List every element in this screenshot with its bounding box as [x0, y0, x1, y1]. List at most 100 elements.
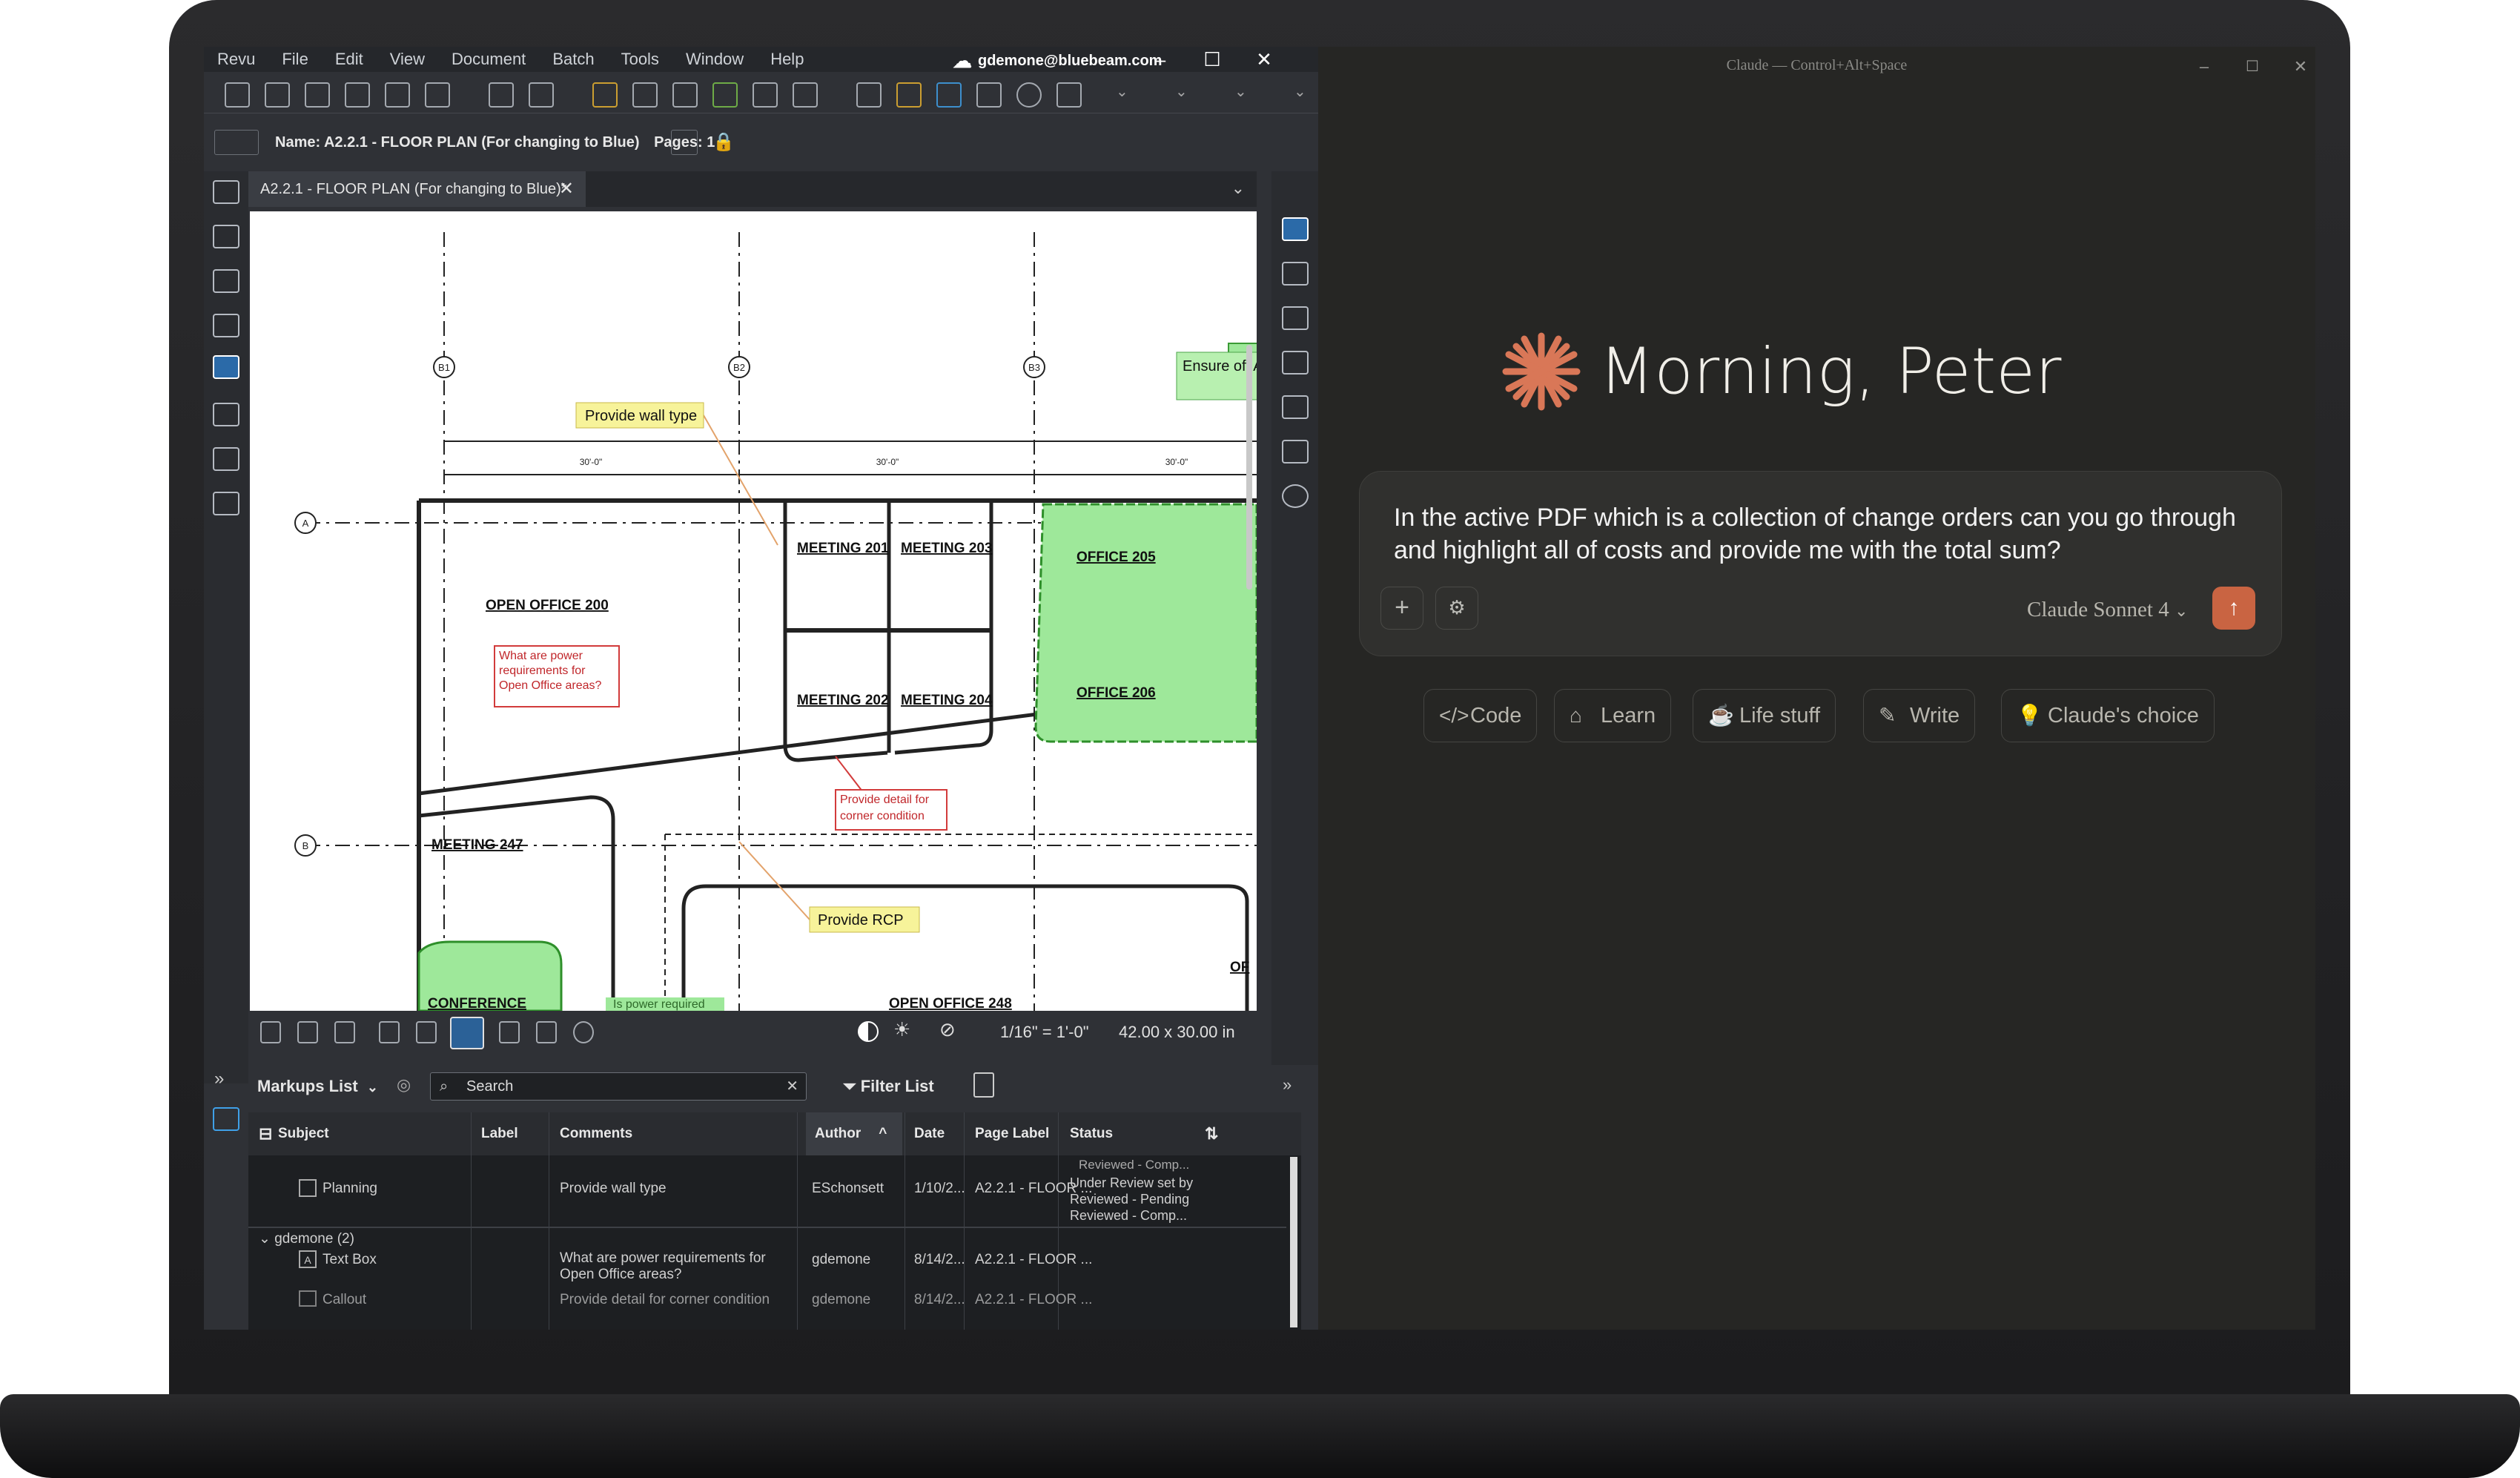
col-date[interactable]: Date — [914, 1112, 945, 1155]
account[interactable]: ☁ gdemone@bluebeam.com — [953, 50, 1162, 73]
menu-document[interactable]: Document — [438, 50, 539, 69]
search-icon[interactable] — [1282, 484, 1309, 508]
expand-panel-icon[interactable]: » — [1283, 1075, 1292, 1095]
print-icon[interactable] — [345, 82, 370, 108]
col-label[interactable]: Label — [481, 1112, 518, 1155]
document-menu-button[interactable] — [214, 130, 259, 155]
single-page-icon[interactable] — [260, 1021, 281, 1043]
close-button[interactable]: ✕ — [1238, 47, 1290, 72]
toolchest-icon[interactable] — [213, 355, 239, 379]
compare-icon[interactable] — [489, 82, 514, 108]
chevron-down-icon[interactable]: ⌄ — [1116, 82, 1134, 108]
new-icon[interactable] — [225, 82, 250, 108]
save-icon[interactable] — [305, 82, 330, 108]
chip-life-stuff[interactable]: ☕ Life stuff — [1693, 689, 1836, 742]
split-vertical-icon[interactable] — [297, 1021, 318, 1043]
chip-claudes-choice[interactable]: 💡 Claude's choice — [2001, 689, 2215, 742]
overlay-icon[interactable] — [529, 82, 554, 108]
highlight-icon[interactable] — [896, 82, 922, 108]
hide-markups-icon[interactable]: ◎ — [397, 1075, 411, 1095]
thumbnails-icon[interactable] — [213, 180, 239, 204]
markups-list-title[interactable]: Markups List ⌄ — [257, 1077, 378, 1096]
col-page-label[interactable]: Page Label — [975, 1112, 1049, 1155]
contrast-icon[interactable] — [858, 1021, 879, 1042]
brightness-icon[interactable]: ☀ — [893, 1018, 910, 1041]
maximize-button[interactable]: ☐ — [1186, 47, 1238, 72]
close-button[interactable]: ✕ — [2275, 54, 2315, 79]
chevron-down-icon[interactable]: ⌄ — [1234, 82, 1252, 108]
close-tab-icon[interactable]: ✕ — [559, 171, 574, 207]
minimize-button[interactable]: – — [1134, 47, 1186, 72]
filter-list-button[interactable]: ⏷ Filter List — [843, 1077, 934, 1096]
callout-icon[interactable] — [1056, 82, 1082, 108]
expand-panel-icon[interactable]: » — [214, 1069, 224, 1089]
prompt-box[interactable]: In the active PDF which is a collection … — [1359, 471, 2282, 656]
page-icon[interactable] — [425, 82, 450, 108]
color-pick-icon[interactable]: ⊘ — [939, 1018, 956, 1041]
grid-icon[interactable] — [213, 225, 239, 248]
sets-icon[interactable] — [213, 492, 239, 515]
spaces-icon[interactable] — [1282, 351, 1309, 375]
alert-icon[interactable] — [592, 82, 618, 108]
menu-tools[interactable]: Tools — [608, 50, 672, 69]
select-text-icon[interactable] — [536, 1021, 557, 1043]
minimize-button[interactable]: – — [2178, 54, 2230, 79]
location-icon[interactable] — [1282, 306, 1309, 330]
lock-icon[interactable]: 🔒 — [712, 131, 735, 153]
canvas-scrollbar[interactable] — [1246, 345, 1252, 590]
page-setup-icon[interactable] — [671, 130, 698, 155]
col-author[interactable]: Author ^ — [806, 1112, 902, 1155]
split-horizontal-icon[interactable] — [334, 1021, 355, 1043]
eraser-icon[interactable] — [793, 82, 818, 108]
ellipse-icon[interactable] — [1016, 82, 1042, 108]
pan-hand-icon[interactable] — [450, 1017, 484, 1049]
column-settings-icon[interactable]: ⇅ — [1205, 1112, 1218, 1155]
signatures-icon[interactable] — [213, 447, 239, 471]
prompt-input[interactable]: In the active PDF which is a collection … — [1394, 501, 2246, 567]
menu-file[interactable]: File — [268, 50, 321, 69]
export-icon[interactable] — [973, 1072, 994, 1098]
forms-icon[interactable] — [1282, 395, 1309, 419]
bookmarks-icon[interactable] — [213, 269, 239, 293]
chip-write[interactable]: ✎ Write — [1863, 689, 1976, 742]
scale-readout[interactable]: 1/16" = 1'-0" — [1000, 1023, 1089, 1042]
line-icon[interactable] — [976, 82, 1002, 108]
menu-revu[interactable]: Revu — [204, 50, 268, 69]
select-arrow-icon[interactable] — [499, 1021, 520, 1043]
pen-icon[interactable] — [936, 82, 962, 108]
markups-search-input[interactable]: ⌕ Search ✕ — [430, 1072, 807, 1101]
snap-icon[interactable] — [379, 1021, 400, 1043]
table-scrollbar[interactable] — [1290, 1157, 1297, 1327]
chip-code[interactable]: </> Code — [1423, 689, 1538, 742]
markups-list-icon[interactable] — [213, 1107, 239, 1131]
layers-icon[interactable] — [213, 314, 239, 337]
measure-icon[interactable] — [1282, 262, 1309, 286]
chip-learn[interactable]: ⌂ Learn — [1554, 689, 1672, 742]
email-icon[interactable] — [385, 82, 410, 108]
sync-icon[interactable] — [416, 1021, 437, 1043]
col-status[interactable]: Status — [1070, 1112, 1113, 1155]
stamp-icon[interactable] — [632, 82, 658, 108]
zoom-icon[interactable] — [573, 1021, 594, 1043]
menu-batch[interactable]: Batch — [539, 50, 607, 69]
clear-search-icon[interactable]: ✕ — [786, 1073, 798, 1100]
tab-floor-plan[interactable]: A2.2.1 - FLOOR PLAN (For changing to Blu… — [248, 171, 586, 207]
drawing-canvas[interactable]: Is power required B1 B2 B3 A B 30'-0" 30… — [250, 211, 1257, 1011]
open-icon[interactable] — [265, 82, 290, 108]
send-button[interactable]: ↑ — [2212, 587, 2255, 630]
tag-icon[interactable] — [1282, 440, 1309, 463]
group-row[interactable]: ⌄ gdemone (2) — [259, 1231, 354, 1247]
model-selector[interactable]: Claude Sonnet 4 ⌄ — [2027, 598, 2188, 622]
col-comments[interactable]: Comments — [560, 1112, 632, 1155]
settings-sliders-icon[interactable]: ⚙ — [1435, 587, 1478, 630]
chevron-down-icon[interactable]: ⌄ — [1231, 179, 1245, 198]
menu-view[interactable]: View — [377, 50, 438, 69]
chevron-down-icon[interactable]: ⌄ — [1294, 82, 1312, 108]
crop-icon[interactable] — [672, 82, 698, 108]
col-subject[interactable]: Subject — [278, 1112, 329, 1155]
studio-icon[interactable] — [1282, 217, 1309, 241]
chevron-down-icon[interactable]: ⌄ — [1175, 82, 1193, 108]
maximize-button[interactable]: ☐ — [2226, 54, 2278, 79]
link-icon[interactable] — [712, 82, 738, 108]
add-attachment-button[interactable]: + — [1380, 587, 1423, 630]
